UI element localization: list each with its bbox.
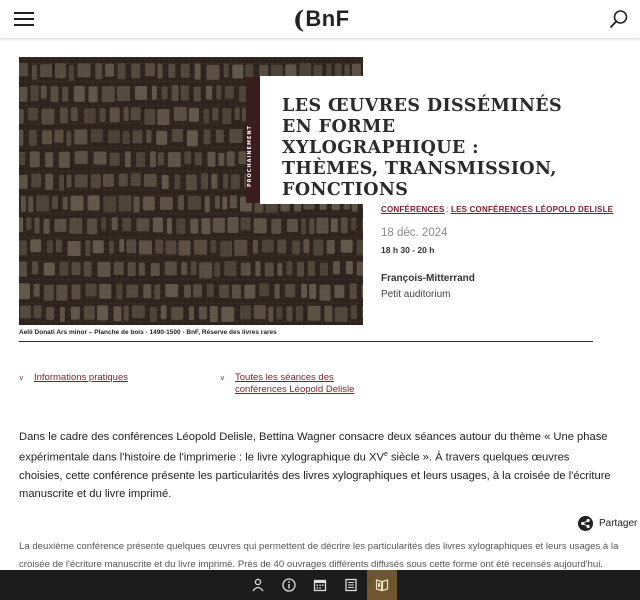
practical-info-link[interactable]: ˅ Informations pratiques: [19, 372, 128, 384]
event-time: 18 h 30 - 20 h: [381, 245, 435, 255]
hamburger-icon[interactable]: [14, 12, 34, 26]
logo-text: BnF: [305, 6, 350, 31]
chevron-down-icon: ˅: [19, 374, 24, 383]
category-link-conferences[interactable]: Conférences: [381, 205, 445, 214]
upcoming-tag: PROCHAINEMENT: [246, 77, 260, 203]
category-separator: :: [446, 205, 449, 214]
all-sessions-link[interactable]: ˅ Toutes les séances des conférences Léo…: [220, 372, 375, 396]
logo-paren: (: [293, 4, 305, 34]
share-button[interactable]: Partager: [578, 516, 637, 531]
chevron-down-icon: ˅: [220, 374, 225, 383]
top-bar: ( BnF: [0, 0, 640, 38]
practical-info-label: Informations pratiques: [34, 372, 128, 383]
event-meta: Conférences: Les conférences Léopold Deli…: [381, 205, 631, 300]
image-caption: Aelii Donati Ars minor – Planche de bois…: [19, 329, 277, 336]
bnf-logo[interactable]: ( BnF: [293, 4, 350, 34]
intro-paragraph: Dans le cadre des conférences Léopold De…: [19, 428, 615, 503]
title-box: Les Œuvres disséminés en forme xylograph…: [260, 76, 600, 204]
event-title: Les Œuvres disséminés en forme xylograph…: [282, 96, 563, 200]
category-link-delisle[interactable]: Les conférences Léopold Delisle: [451, 205, 613, 214]
visitor-icon[interactable]: [243, 570, 273, 600]
event-categories: Conférences: Les conférences Léopold Deli…: [381, 205, 631, 214]
event-place: François-Mitterrand: [381, 273, 475, 284]
calendar-icon[interactable]: [305, 570, 335, 600]
divider: [19, 341, 593, 342]
upcoming-tag-label: PROCHAINEMENT: [247, 125, 253, 187]
all-sessions-label: Toutes les séances des conférences Léopo…: [235, 372, 355, 395]
share-label: Partager: [599, 518, 638, 529]
gallica-icon[interactable]: [367, 570, 397, 600]
search-icon[interactable]: [609, 9, 629, 29]
info-icon[interactable]: [274, 570, 304, 600]
catalogue-icon[interactable]: [336, 570, 366, 600]
event-date: 18 déc. 2024: [381, 227, 448, 239]
event-room: Petit auditorium: [381, 289, 451, 300]
bottom-nav: [0, 570, 640, 600]
share-icon: [578, 516, 593, 531]
